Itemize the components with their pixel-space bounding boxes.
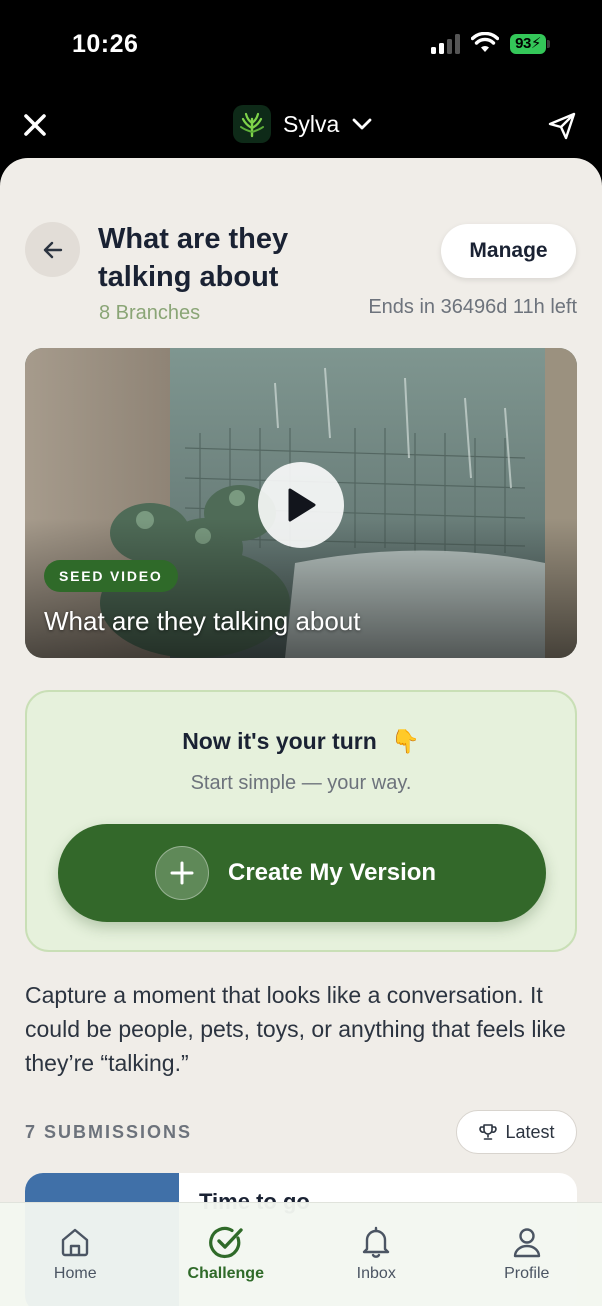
create-my-version-button[interactable]: Create My Version [58,824,546,922]
sort-latest-button[interactable]: Latest [456,1110,577,1154]
tab-inbox[interactable]: Inbox [301,1203,452,1306]
challenge-description: Capture a moment that looks like a conve… [25,982,566,1076]
arrow-left-icon [43,241,62,258]
check-circle-icon [208,1226,243,1259]
manage-button[interactable]: Manage [441,224,576,278]
battery-level: 93 [515,35,531,52]
your-turn-subtitle: Start simple — your way. [190,772,412,794]
tab-inbox-label: Inbox [356,1265,396,1282]
battery-icon: 93⚡ [510,34,550,54]
tab-home[interactable]: Home [0,1203,151,1306]
community-name: Sylva [283,110,340,137]
plus-icon [155,846,209,900]
tab-profile[interactable]: Profile [452,1203,602,1306]
trophy-icon [479,1124,498,1140]
top-nav-bar: Sylva [0,92,602,162]
back-button[interactable] [25,222,80,277]
status-bar: 10:26 93⚡ [0,0,602,92]
bottom-tab-bar: Home Challenge Inbox Profile [0,1202,602,1306]
branches-count[interactable]: 8 Branches [99,302,200,325]
seed-video-badge: SEED VIDEO [44,560,178,592]
community-switcher[interactable]: Sylva [233,104,373,144]
create-my-version-label: Create My Version [228,859,437,886]
chevron-down-icon [352,118,372,130]
close-icon[interactable] [20,110,50,140]
send-icon[interactable] [546,110,578,142]
play-button[interactable] [258,462,344,548]
tab-challenge-label: Challenge [187,1265,264,1282]
ends-countdown: Ends in 36496d 11h left [368,296,577,318]
sort-latest-label: Latest [505,1121,555,1142]
play-icon [288,488,316,522]
home-icon [62,1228,89,1257]
pointing-down-emoji-icon: 👇 [391,728,420,754]
page-title: What are they talking about [98,223,289,293]
submissions-count: 7 SUBMISSIONS [25,1122,193,1142]
tab-profile-label: Profile [504,1265,550,1282]
person-icon [513,1228,540,1258]
your-turn-title: Now it's your turn 👇 [27,728,575,755]
tab-home-label: Home [53,1265,97,1282]
sylva-logo-icon [233,105,271,143]
your-turn-title-text: Now it's your turn [182,728,377,754]
wifi-icon [471,32,499,52]
seed-video-player[interactable]: SEED VIDEO What are they talking about [25,348,577,658]
tab-challenge[interactable]: Challenge [151,1203,302,1306]
bell-icon [363,1226,390,1258]
status-time: 10:26 [72,30,139,58]
video-title: What are they talking about [44,606,361,636]
cellular-signal-icon [431,34,463,54]
challenge-sheet: What are they talking about 8 Branches M… [0,158,602,1306]
your-turn-card: Now it's your turn 👇 Start simple — your… [25,690,577,952]
